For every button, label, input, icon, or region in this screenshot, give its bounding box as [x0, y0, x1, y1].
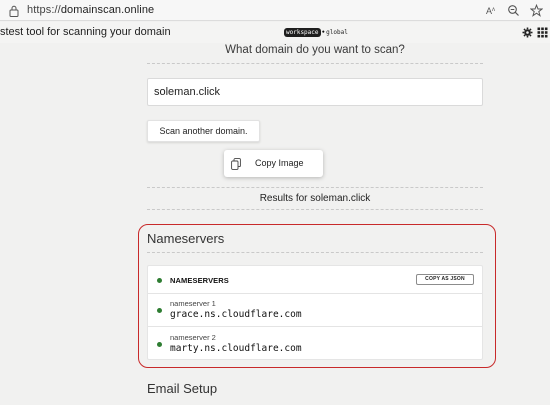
status-dot	[157, 308, 162, 313]
nameserver-label: nameserver 1	[170, 299, 216, 308]
site-header: stest tool for scanning your domain work…	[0, 22, 550, 43]
nameservers-card: NAMESERVERS COPY AS JSON nameserver 1 gr…	[147, 265, 483, 360]
gear-icon[interactable]	[522, 27, 533, 38]
copy-icon	[231, 158, 241, 170]
scan-question: What domain do you want to scan?	[225, 44, 405, 56]
nameservers-section-title: Nameservers	[147, 231, 225, 246]
scan-another-button[interactable]: Scan another domain.	[147, 120, 260, 142]
row-divider	[148, 326, 482, 327]
domain-input[interactable]	[147, 78, 483, 106]
read-aloud-icon[interactable]: A ʌ	[486, 4, 499, 17]
url-host: domainscan.online	[60, 4, 155, 16]
site-tagline: stest tool for scanning your domain	[0, 26, 171, 38]
context-menu: Copy Image	[224, 150, 323, 177]
nameserver-value: grace.ns.cloudflare.com	[170, 309, 302, 320]
divider	[147, 187, 483, 188]
nameservers-card-title: NAMESERVERS	[170, 276, 229, 285]
divider	[147, 209, 483, 210]
divider	[147, 63, 483, 64]
logo-text: global	[326, 29, 348, 36]
status-dot	[157, 278, 162, 283]
nameserver-value: marty.ns.cloudflare.com	[170, 343, 302, 354]
favorites-icon[interactable]	[530, 4, 543, 17]
zoom-icon[interactable]	[507, 4, 520, 17]
grid-icon[interactable]	[537, 27, 548, 38]
browser-address-bar: https://domainscan.online A ʌ	[0, 0, 550, 21]
copy-as-json-button[interactable]: COPY AS JSON	[416, 274, 474, 285]
logo-badge: workspace	[284, 28, 321, 37]
row-divider	[148, 293, 482, 294]
status-dot	[157, 342, 162, 347]
results-heading: Results for soleman.click	[259, 193, 371, 204]
nameserver-label: nameserver 2	[170, 333, 216, 342]
email-setup-section-title: Email Setup	[147, 381, 218, 396]
context-menu-label: Copy Image	[255, 158, 304, 168]
url-scheme: https://	[27, 4, 61, 16]
divider	[147, 252, 483, 253]
context-menu-item-copy-image[interactable]: Copy Image	[224, 150, 323, 177]
site-logo[interactable]: workspace • global	[284, 28, 348, 37]
lock-icon[interactable]	[9, 5, 19, 17]
url-field[interactable]: https://domainscan.online	[27, 4, 154, 16]
svg-text:ʌ: ʌ	[492, 7, 495, 13]
logo-separator: •	[321, 29, 326, 36]
